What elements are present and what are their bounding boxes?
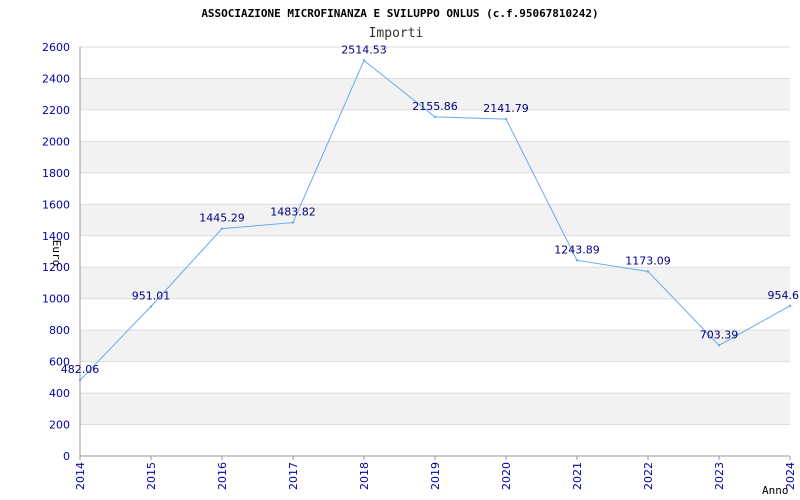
- x-tick-label: 2022: [642, 462, 655, 490]
- y-tick-label: 1600: [42, 198, 70, 211]
- x-tick-label: 2018: [358, 462, 371, 490]
- data-point: [291, 221, 295, 224]
- chart-subtitle: Importi: [369, 26, 424, 41]
- grid-band: [80, 267, 790, 299]
- x-tick-label: 2023: [713, 462, 726, 490]
- y-tick-label: 0: [63, 450, 70, 463]
- data-label: 703.39: [700, 328, 739, 341]
- y-tick-label: 200: [49, 419, 70, 432]
- data-point: [78, 378, 82, 382]
- data-label: 1445.29: [199, 212, 245, 225]
- data-point: [788, 304, 792, 308]
- data-label: 1483.82: [270, 206, 316, 219]
- y-axis-label: Euro: [50, 240, 63, 267]
- x-tick-label: 2015: [145, 462, 158, 490]
- data-label: 2514.53: [341, 43, 387, 56]
- data-label: 1173.09: [625, 254, 671, 267]
- x-tick-label: 2014: [74, 462, 87, 490]
- data-label: 2155.86: [412, 100, 458, 113]
- y-tick-label: 2000: [42, 135, 70, 148]
- x-tick-labels: 2014 2015 2016 2017 2018 2019 2020 2021 2022 2023…: [74, 462, 797, 490]
- grid-band: [80, 330, 790, 362]
- data-point: [717, 344, 721, 347]
- data-point: [575, 259, 579, 262]
- data-point: [433, 115, 437, 119]
- x-tick-label: 2016: [216, 462, 229, 490]
- data-label: 954.6: [768, 289, 800, 302]
- y-tick-label: 800: [49, 324, 70, 337]
- data-point: [504, 117, 508, 121]
- line-chart: ASSOCIAZIONE MICROFINANZA E SVILUPPO ONL…: [42, 7, 800, 497]
- y-tick-label: 2400: [42, 72, 70, 85]
- grid-bands: [80, 78, 790, 425]
- y-tick-label: 400: [49, 387, 70, 400]
- y-tick-label: 1800: [42, 167, 70, 180]
- grid-band: [80, 393, 790, 425]
- data-point: [149, 305, 153, 308]
- y-tick-label: 1000: [42, 293, 70, 306]
- data-point: [220, 227, 224, 230]
- x-tick-label: 2021: [571, 462, 584, 490]
- x-tick-label: 2020: [500, 462, 513, 490]
- data-point: [362, 59, 366, 62]
- data-label: 1243.89: [554, 243, 600, 256]
- x-tick-label: 2017: [287, 462, 300, 490]
- chart-title: ASSOCIAZIONE MICROFINANZA E SVILUPPO ONL…: [201, 7, 598, 20]
- data-label: 951.01: [132, 289, 171, 302]
- y-tick-label: 2600: [42, 41, 70, 54]
- grid-band: [80, 204, 790, 236]
- data-point: [646, 270, 650, 273]
- x-tick-label: 2019: [429, 462, 442, 490]
- data-label: 2141.79: [483, 102, 529, 115]
- y-tick-label: 2200: [42, 104, 70, 117]
- x-axis-label: Anno: [762, 484, 789, 497]
- data-label: 482.06: [61, 363, 100, 376]
- grid-band: [80, 141, 790, 173]
